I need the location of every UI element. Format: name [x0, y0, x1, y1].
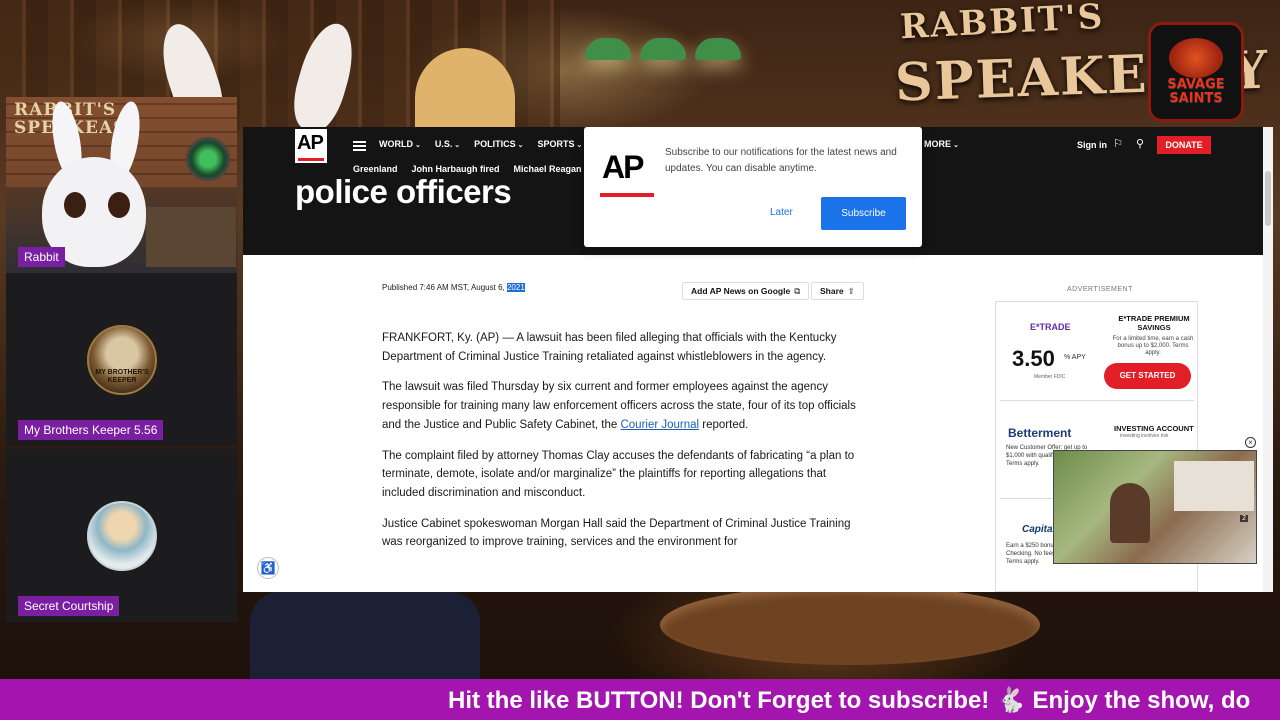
- logo-line1: SAVAGE: [1167, 77, 1225, 92]
- close-video-icon[interactable]: ×: [1245, 437, 1256, 448]
- participant-name: Rabbit: [18, 247, 65, 267]
- article-paragraph: Justice Cabinet spokeswoman Morgan Hall …: [382, 517, 851, 549]
- investing-title: INVESTING ACCOUNT: [1114, 424, 1194, 433]
- apy-label: % APY: [1064, 354, 1086, 361]
- logo-line2: SAINTS: [1169, 91, 1223, 106]
- ad-divider: [1000, 400, 1194, 401]
- menu-icon[interactable]: [353, 141, 366, 151]
- desk: [146, 207, 236, 267]
- etrade-logo: E*TRADE: [1030, 322, 1071, 332]
- main-nav: WORLD U.S. POLITICS SPORTS: [379, 139, 582, 149]
- selected-year: 2021: [506, 283, 525, 292]
- published-prefix: Published 7:46 AM MST, August 6,: [382, 283, 507, 292]
- participant-tile-brothers-keeper[interactable]: MY BROTHER'S KEEPER My Brothers Keeper 5…: [6, 273, 237, 446]
- green-lamp: [640, 38, 686, 60]
- popup-message: Subscribe to our notifications for the l…: [665, 147, 897, 174]
- share-button[interactable]: Share ⇪: [811, 282, 864, 300]
- nav-politics[interactable]: POLITICS: [474, 139, 523, 149]
- radar-screen: [186, 137, 230, 181]
- search-icon[interactable]: ⚲: [1133, 138, 1147, 151]
- external-icon: ⧉: [794, 286, 801, 296]
- published-date: Published 7:46 AM MST, August 6, 2021: [382, 283, 525, 292]
- avatar-text: MY BROTHER'S KEEPER: [95, 369, 149, 384]
- ap-logo[interactable]: AP: [295, 129, 327, 163]
- participant-name: Secret Courtship: [18, 596, 120, 616]
- video-person: [1110, 483, 1150, 543]
- avatar: [87, 501, 157, 571]
- ap-logo-text: AP: [297, 132, 324, 154]
- green-lamp: [585, 38, 631, 60]
- add-google-button[interactable]: Add AP News on Google ⧉: [682, 282, 810, 300]
- participant-tile-rabbit[interactable]: RABBIT'S SPEAKEASY Rabbit: [6, 97, 237, 273]
- investing-sub: investing involves risk: [1120, 433, 1169, 439]
- ad-label: ADVERTISEMENT: [1067, 286, 1133, 293]
- fdic-label: Member FDIC: [1034, 374, 1066, 380]
- avatar: MY BROTHER'S KEEPER: [87, 325, 157, 395]
- sign-in-link[interactable]: Sign in: [1077, 140, 1107, 150]
- add-google-label: Add AP News on Google: [691, 286, 791, 296]
- participant-name: My Brothers Keeper 5.56: [18, 420, 164, 440]
- rabbit-eye: [108, 192, 130, 218]
- participant-tile-secret-courtship[interactable]: Secret Courtship: [6, 449, 237, 622]
- courier-journal-link[interactable]: Courier Journal: [620, 419, 699, 431]
- ticker-bar: Hit the like BUTTON! Don't Forget to sub…: [0, 679, 1280, 720]
- promo-subtext: For a limited time, earn a cash bonus up…: [1112, 336, 1194, 356]
- tree-icon: [1169, 38, 1223, 78]
- ap-popup-logo: AP: [600, 149, 656, 199]
- host-body: [250, 592, 480, 682]
- nav-more[interactable]: MORE: [924, 139, 959, 149]
- accessibility-icon[interactable]: ♿: [257, 557, 279, 579]
- ticker-text: Hit the like BUTTON! Don't Forget to sub…: [448, 687, 1251, 714]
- video-badge: 2: [1240, 515, 1248, 522]
- share-label: Share: [820, 286, 844, 296]
- nav-sports[interactable]: SPORTS: [537, 139, 582, 149]
- article-paragraph: The lawsuit was filed Thursday by six cu…: [382, 381, 856, 431]
- nav-us[interactable]: U.S.: [435, 139, 460, 149]
- video-house: [1174, 461, 1254, 511]
- get-started-button[interactable]: GET STARTED: [1104, 363, 1191, 389]
- scrollbar[interactable]: [1263, 127, 1273, 592]
- notification-popup: AP Subscribe to our notifications for th…: [584, 127, 922, 247]
- donate-button[interactable]: DONATE: [1157, 136, 1211, 154]
- bar-table: [660, 585, 1040, 665]
- flag-icon[interactable]: ⚐: [1111, 138, 1125, 151]
- betterment-logo: Betterment: [1008, 426, 1072, 440]
- subscribe-button[interactable]: Subscribe: [821, 197, 906, 230]
- promo-title: E*TRADE PREMIUM SAVINGS: [1118, 314, 1190, 332]
- article-body: FRANKFORT, Ky. (AP) — A lawsuit has been…: [382, 329, 872, 564]
- floating-video-player[interactable]: 2: [1053, 450, 1257, 564]
- share-icon: ⇪: [847, 286, 855, 296]
- article-headline: police officers: [295, 173, 512, 210]
- speakeasy-sign-line1: RABBIT'S: [899, 0, 1106, 48]
- scrollbar-thumb[interactable]: [1265, 171, 1271, 226]
- later-button[interactable]: Later: [770, 207, 793, 218]
- article-paragraph: The complaint filed by attorney Thomas C…: [382, 449, 855, 499]
- apy-rate: 3.50: [1012, 346, 1055, 371]
- article-paragraph: FRANKFORT, Ky. (AP) — A lawsuit has been…: [382, 332, 837, 363]
- ap-popup-logo-text: AP: [602, 149, 644, 185]
- host-figure: [415, 48, 515, 138]
- savage-saints-logo: SAVAGE SAINTS: [1148, 22, 1244, 122]
- rabbit-eye: [64, 192, 86, 218]
- green-lamp: [695, 38, 741, 60]
- nav-world[interactable]: WORLD: [379, 139, 421, 149]
- browser-window: AP WORLD U.S. POLITICS SPORTS Greenland …: [243, 127, 1273, 592]
